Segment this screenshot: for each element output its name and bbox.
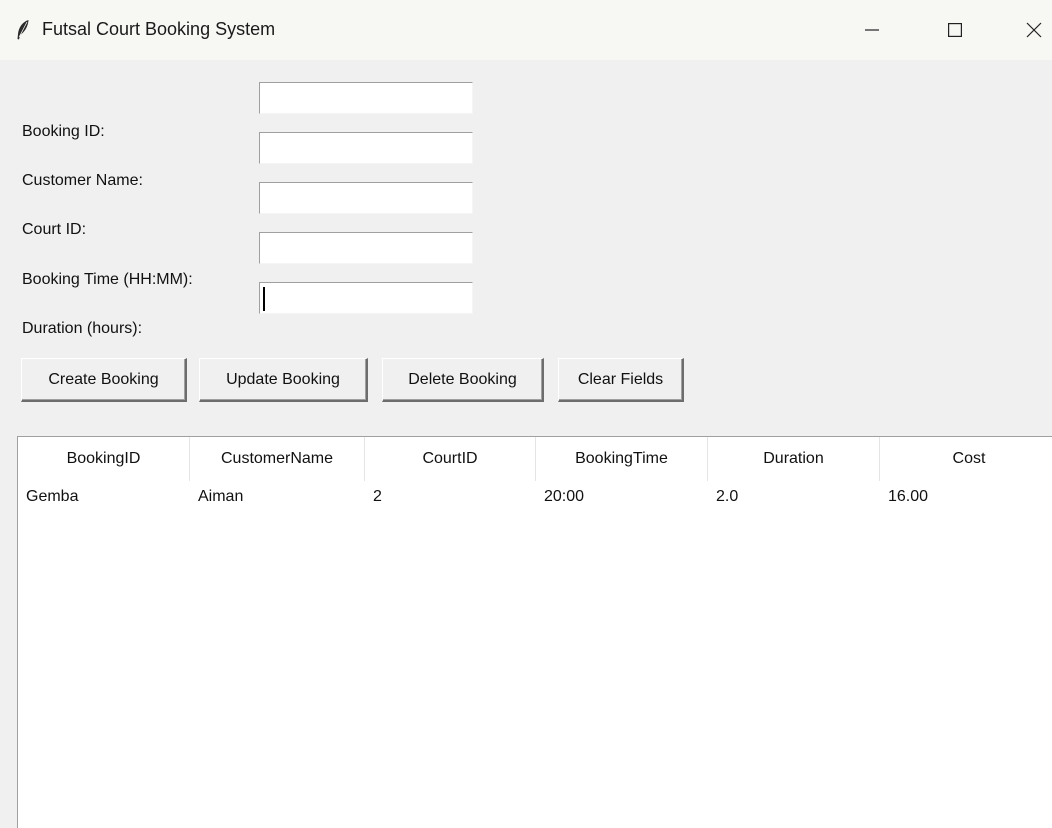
cell-duration: 2.0 — [716, 488, 739, 505]
cell-courtid: 2 — [373, 488, 382, 505]
maximize-button[interactable] — [925, 0, 985, 60]
close-icon — [1026, 22, 1042, 38]
bookings-table[interactable]: BookingID CustomerName CourtID BookingTi… — [17, 436, 1052, 828]
customer-name-label: Customer Name: — [22, 172, 143, 189]
close-button[interactable] — [1004, 0, 1052, 60]
title-bar[interactable]: Futsal Court Booking System — [0, 0, 1052, 60]
court-id-input[interactable] — [259, 182, 473, 214]
column-header-customername[interactable]: CustomerName — [190, 437, 365, 481]
delete-booking-button[interactable]: Delete Booking — [382, 358, 544, 402]
column-header-bookingid[interactable]: BookingID — [18, 437, 190, 481]
cell-customername: Aiman — [198, 488, 244, 505]
cell-cost: 16.00 — [888, 488, 929, 505]
court-id-label: Court ID: — [22, 221, 87, 238]
text-caret — [263, 287, 265, 311]
cell-bookingid: Gemba — [26, 488, 79, 505]
window-title: Futsal Court Booking System — [42, 19, 276, 39]
column-header-courtid[interactable]: CourtID — [365, 437, 536, 481]
table-header: BookingID CustomerName CourtID BookingTi… — [18, 437, 1052, 481]
minimize-icon — [865, 29, 879, 31]
table-row[interactable]: Gemba Aiman 2 20:00 2.0 16.00 — [18, 481, 1052, 513]
booking-id-label: Booking ID: — [22, 123, 105, 140]
column-header-duration[interactable]: Duration — [708, 437, 880, 481]
clear-fields-button[interactable]: Clear Fields — [558, 358, 684, 402]
booking-time-input[interactable] — [259, 232, 473, 264]
create-booking-button[interactable]: Create Booking — [21, 358, 187, 402]
column-header-bookingtime[interactable]: BookingTime — [536, 437, 708, 481]
duration-input[interactable] — [259, 282, 473, 314]
duration-label: Duration (hours): — [22, 320, 143, 337]
booking-time-label: Booking Time (HH:MM): — [22, 271, 193, 288]
column-header-cost[interactable]: Cost — [880, 437, 1052, 481]
booking-id-input[interactable] — [259, 82, 473, 114]
maximize-icon — [948, 23, 962, 37]
app-window: Futsal Court Booking System Booking ID: … — [0, 0, 1052, 828]
customer-name-input[interactable] — [259, 132, 473, 164]
cell-bookingtime: 20:00 — [544, 488, 585, 505]
minimize-button[interactable] — [842, 0, 902, 60]
feather-icon — [17, 20, 29, 40]
update-booking-button[interactable]: Update Booking — [199, 358, 368, 402]
